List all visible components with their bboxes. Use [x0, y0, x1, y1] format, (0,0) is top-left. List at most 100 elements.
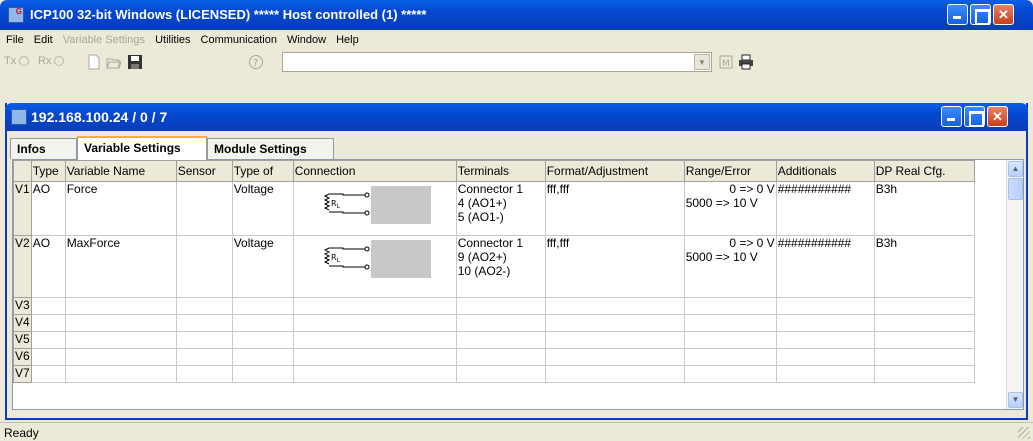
app-titlebar[interactable]: ICP100 32-bit Windows (LICENSED) ***** H…: [0, 0, 1033, 30]
child-close-button[interactable]: ✕: [987, 106, 1008, 127]
cell-variable-name[interactable]: Force: [64, 181, 177, 236]
command-combobox[interactable]: ▼: [282, 52, 712, 72]
cell-connection[interactable]: RL: [292, 181, 457, 236]
row-header[interactable]: V1: [13, 181, 32, 236]
variable-grid: Type Variable Name Sensor Type of Connec…: [12, 159, 1024, 410]
row-header[interactable]: V3: [13, 297, 32, 315]
table-row[interactable]: V4: [13, 314, 975, 332]
menubar: File Edit Variable Settings Utilities Co…: [0, 30, 1033, 50]
col-header-terminals[interactable]: Terminals: [455, 160, 546, 182]
col-header-corner: [13, 160, 32, 182]
save-icon[interactable]: [127, 54, 143, 70]
col-header-type-of[interactable]: Type of: [231, 160, 294, 182]
cell-sensor[interactable]: [175, 181, 233, 236]
menu-communication[interactable]: Communication: [201, 34, 277, 46]
cell-connection[interactable]: RL: [292, 235, 457, 298]
vertical-scrollbar[interactable]: ▲ ▼: [1006, 160, 1023, 409]
close-button[interactable]: ✕: [993, 4, 1014, 25]
row-header[interactable]: V5: [13, 331, 32, 349]
terminal-plus: 9 (AO2+): [457, 250, 507, 264]
scroll-down-icon[interactable]: ▼: [1008, 392, 1023, 408]
new-file-icon[interactable]: [86, 54, 102, 70]
minimize-button[interactable]: [947, 4, 968, 25]
menu-window[interactable]: Window: [287, 34, 326, 46]
table-row[interactable]: V3: [13, 297, 975, 315]
col-header-dp-real-cfg[interactable]: DP Real Cfg.: [873, 160, 975, 182]
menu-help[interactable]: Help: [336, 34, 359, 46]
col-header-range[interactable]: Range/Error: [683, 160, 777, 182]
maximize-button[interactable]: [970, 4, 991, 25]
svg-text:?: ?: [253, 58, 258, 69]
child-app-icon: [11, 109, 27, 125]
terminal-plus: 4 (AO1+): [457, 196, 507, 210]
status-text: Ready: [4, 426, 39, 440]
cell-additionals[interactable]: ###########: [775, 181, 875, 236]
app-icon: [8, 7, 24, 23]
col-header-type[interactable]: Type: [30, 160, 66, 182]
resistor-label: RL: [331, 253, 341, 264]
cell-sensor[interactable]: [175, 235, 233, 298]
maximize-icon: [971, 5, 990, 25]
cell-format[interactable]: fff,fff: [544, 235, 685, 298]
cell-type[interactable]: AO: [30, 235, 66, 298]
menu-utilities[interactable]: Utilities: [155, 34, 190, 46]
tab-infos[interactable]: Infos: [10, 138, 77, 159]
menu-variable-settings[interactable]: Variable Settings: [63, 34, 145, 46]
col-header-variable-name[interactable]: Variable Name: [64, 160, 177, 182]
tab-variable-settings[interactable]: Variable Settings: [77, 136, 207, 160]
table-row[interactable]: V5: [13, 331, 975, 349]
child-minimize-button[interactable]: [941, 106, 962, 127]
cell-range[interactable]: 0 => 0 V 5000 => 10 V: [683, 235, 777, 298]
child-window-controls: ✕: [941, 106, 1008, 128]
row-header[interactable]: V2: [13, 235, 32, 298]
tx-indicator: Tx: [4, 55, 32, 67]
col-header-connection[interactable]: Connection: [292, 160, 457, 182]
menu-edit[interactable]: Edit: [34, 34, 53, 46]
cell-type-of[interactable]: Voltage: [231, 181, 294, 236]
dropdown-arrow-icon[interactable]: ▼: [694, 54, 710, 70]
cell-type-of[interactable]: Voltage: [231, 235, 294, 298]
print-icon[interactable]: [738, 54, 754, 70]
row-header[interactable]: V6: [13, 348, 32, 366]
variable-table: Type Variable Name Sensor Type of Connec…: [13, 160, 975, 383]
cell-additionals[interactable]: ###########: [775, 235, 875, 298]
help-icon[interactable]: ?: [248, 54, 264, 70]
range-max: 5000 => 10 V: [685, 250, 758, 264]
col-header-format[interactable]: Format/Adjustment: [544, 160, 685, 182]
terminal-connector: Connector 1: [457, 236, 524, 251]
cell-range[interactable]: 0 => 0 V 5000 => 10 V: [683, 181, 777, 236]
minimize-icon: [948, 5, 967, 24]
open-folder-icon[interactable]: [106, 54, 122, 70]
cell-terminals[interactable]: Connector 1 9 (AO2+) 10 (AO2-): [455, 235, 546, 298]
module-icon[interactable]: M: [718, 54, 734, 70]
scroll-thumb[interactable]: [1008, 178, 1023, 200]
table-row[interactable]: V2 AO MaxForce Voltage RL Connector 1 9 …: [13, 235, 975, 298]
child-maximize-button[interactable]: [964, 106, 985, 127]
scroll-up-icon[interactable]: ▲: [1008, 161, 1023, 177]
tab-module-settings[interactable]: Module Settings: [207, 138, 334, 159]
app-title: ICP100 32-bit Windows (LICENSED) ***** H…: [30, 7, 427, 22]
resistor-label: RL: [331, 199, 341, 210]
maximize-icon: [965, 107, 984, 127]
close-icon: ✕: [992, 109, 1003, 124]
col-header-additionals[interactable]: Additionals: [775, 160, 875, 182]
table-row[interactable]: V1 AO Force Voltage RL Connector 1 4 (AO…: [13, 181, 975, 236]
range-max: 5000 => 10 V: [685, 196, 758, 210]
row-header[interactable]: V7: [13, 365, 32, 383]
cell-format[interactable]: fff,fff: [544, 181, 685, 236]
table-row[interactable]: V7: [13, 365, 975, 383]
tx-led-icon: [19, 56, 30, 67]
header-row: Type Variable Name Sensor Type of Connec…: [13, 160, 975, 182]
cell-dp-real-cfg[interactable]: B3h: [873, 235, 975, 298]
menu-file[interactable]: File: [6, 34, 24, 46]
cell-dp-real-cfg[interactable]: B3h: [873, 181, 975, 236]
child-titlebar[interactable]: 192.168.100.24 / 0 / 7 ✕: [5, 103, 1028, 131]
toolbar: Tx Rx ? ▼ M: [0, 50, 1033, 74]
cell-type[interactable]: AO: [30, 181, 66, 236]
cell-variable-name[interactable]: MaxForce: [64, 235, 177, 298]
col-header-sensor[interactable]: Sensor: [175, 160, 233, 182]
resize-grip-icon[interactable]: [1018, 427, 1030, 439]
table-row[interactable]: V6: [13, 348, 975, 366]
cell-terminals[interactable]: Connector 1 4 (AO1+) 5 (AO1-): [455, 181, 546, 236]
row-header[interactable]: V4: [13, 314, 32, 332]
